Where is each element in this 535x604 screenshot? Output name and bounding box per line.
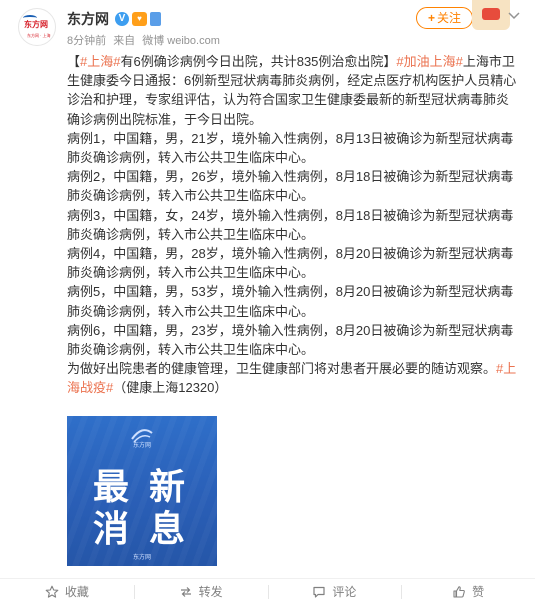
post-text-span: 有6例确诊病例今日出院，共计835例治愈出院】 — [120, 54, 397, 69]
verified-icon: V — [115, 12, 129, 26]
post-text-span: 病例4，中国籍，男，28岁，境外输入性病例，8月20日被确诊为新型冠状病毒肺炎确… — [67, 246, 514, 281]
post-paragraph: 病例5，中国籍，男，53岁，境外输入性病例，8月20日被确诊为新型冠状病毒肺炎确… — [67, 282, 520, 320]
post-paragraph: 病例3，中国籍，女，24岁，境外输入性病例，8月18日被确诊为新型冠状病毒肺炎确… — [67, 206, 520, 244]
post-paragraph: 病例1，中国籍，男，21岁，境外输入性病例，8月13日被确诊为新型冠状病毒肺炎确… — [67, 129, 520, 167]
follow-label: 关注 — [437, 11, 462, 25]
like-button[interactable]: 赞 — [401, 579, 535, 604]
member-icon — [150, 12, 161, 26]
repost-label: 转发 — [198, 585, 223, 599]
badge-icon: ♥ — [132, 12, 147, 26]
post-text-span: 为做好出院患者的健康管理，卫生健康部门将对患者开展必要的随访观察。 — [67, 361, 497, 377]
repost-icon — [180, 586, 191, 597]
name-row: 东方网 V ♥ — [67, 9, 161, 29]
avatar-logo-sub: 东方网 · 上海 — [27, 33, 51, 38]
image-logo-text: 东方网 — [132, 443, 151, 449]
thumbs-up-icon — [453, 585, 465, 598]
post-text-span: 【 — [67, 54, 81, 69]
post-text-span: 病例6，中国籍，男，23岁，境外输入性病例，8月20日被确诊为新型冠状病毒肺炎确… — [67, 322, 514, 358]
action-bar: 收藏 转发 评论 赞 — [0, 578, 535, 604]
image-footer-text: 东方网 — [132, 555, 151, 561]
avatar-logo-text: 东方网 — [24, 20, 48, 29]
follow-button[interactable]: + 关注 — [416, 7, 473, 29]
post-paragraph: 病例2，中国籍，男，26岁，境外输入性病例，8月18日被确诊为新型冠状病毒肺炎确… — [67, 167, 520, 205]
post-text-span: 病例2，中国籍，男，26岁，境外输入性病例，8月18日被确诊为新型冠状病毒肺炎确… — [67, 169, 514, 204]
post-text-span: （健康上海12320） — [113, 380, 228, 396]
image-char: 息 — [149, 508, 186, 550]
avatar[interactable]: 东方网 东方网 · 上海 — [18, 8, 56, 46]
comment-label: 评论 — [332, 585, 357, 599]
post-paragraph: 【#上海#有6例确诊病例今日出院，共计835例治愈出院】#加油上海#上海市卫生健… — [67, 52, 520, 129]
comment-icon — [313, 586, 325, 598]
weibo-post-card: 东方网 东方网 · 上海 东方网 V ♥ 8分钟前 来自 微博 weibo.co… — [0, 0, 535, 604]
post-paragraph: 为做好出院患者的健康管理，卫生健康部门将对患者开展必要的随访观察。#上海战疫#（… — [67, 359, 520, 397]
favorite-label: 收藏 — [64, 585, 89, 599]
image-char: 消 — [93, 508, 130, 550]
post-image[interactable]: 东方网 最 新 消 息 东方网 — [67, 416, 217, 566]
favorite-button[interactable]: 收藏 — [0, 579, 134, 604]
source-prefix: 来自 — [113, 35, 136, 47]
like-label: 赞 — [472, 585, 485, 599]
post-text-span: 病例5，中国籍，男，53岁，境外输入性病例，8月20日被确诊为新型冠状病毒肺炎确… — [67, 284, 514, 319]
post-header: 东方网 东方网 · 上海 东方网 V ♥ 8分钟前 来自 微博 weibo.co… — [0, 0, 535, 50]
post-text-span: 病例3，中国籍，女，24岁，境外输入性病例，8月18日被确诊为新型冠状病毒肺炎确… — [67, 207, 514, 242]
user-name[interactable]: 东方网 — [67, 9, 109, 29]
source-link[interactable]: 微博 weibo.com — [142, 35, 220, 47]
hashtag-link[interactable]: #加油上海# — [396, 54, 462, 69]
star-icon — [45, 585, 59, 598]
comment-button[interactable]: 评论 — [267, 579, 402, 604]
hashtag-link[interactable]: #上海# — [80, 54, 120, 69]
post-text: 【#上海#有6例确诊病例今日出院，共计835例治愈出院】#加油上海#上海市卫生健… — [67, 52, 520, 398]
post-paragraph: 病例6，中国籍，男，23岁，境外输入性病例，8月20日被确诊为新型冠状病毒肺炎确… — [67, 321, 520, 359]
timestamp[interactable]: 8分钟前 — [67, 35, 106, 47]
plus-icon: + — [427, 11, 435, 25]
post-text-span: 病例1，中国籍，男，21岁，境外输入性病例，8月13日被确诊为新型冠状病毒肺炎确… — [67, 130, 514, 166]
post-meta: 8分钟前 来自 微博 weibo.com — [67, 32, 224, 48]
post-paragraph: 病例4，中国籍，男，28岁，境外输入性病例，8月20日被确诊为新型冠状病毒肺炎确… — [67, 244, 520, 282]
repost-button[interactable]: 转发 — [133, 579, 268, 604]
chevron-down-icon[interactable] — [505, 6, 523, 24]
